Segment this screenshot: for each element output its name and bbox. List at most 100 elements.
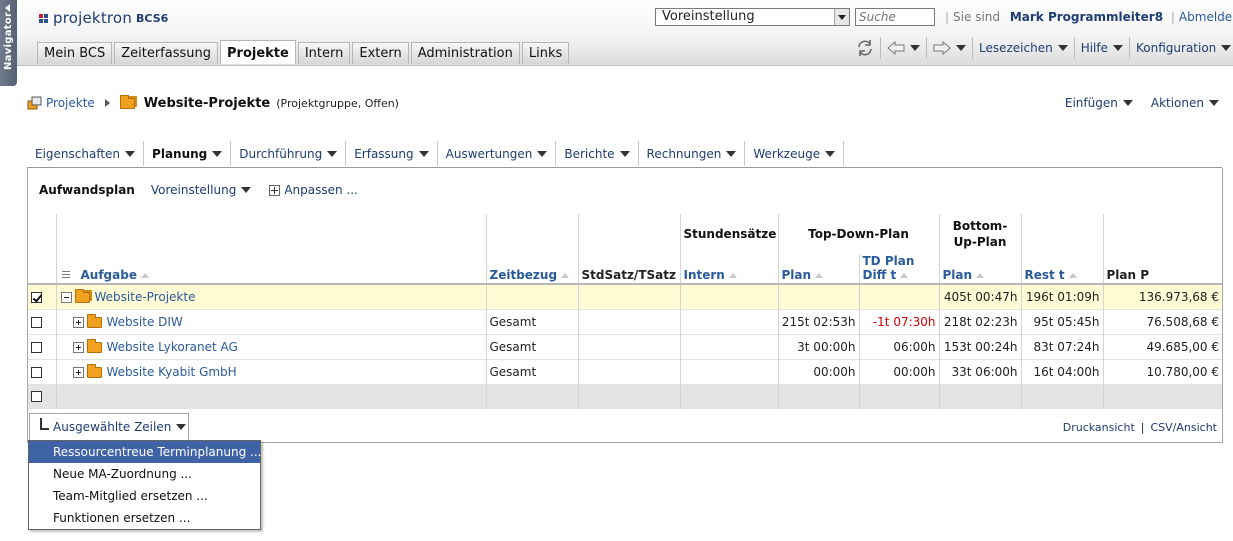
cell-plan-p: 10.780,00 €: [1146, 364, 1219, 379]
tab-links[interactable]: Links: [521, 42, 570, 64]
insert-menu[interactable]: Einfügen: [1065, 96, 1133, 110]
subtab-label: Werkzeuge: [753, 146, 821, 161]
chevron-down-icon: [619, 150, 630, 157]
user-name[interactable]: Mark Programmleiter8: [1010, 10, 1163, 24]
cell-intern: [680, 309, 779, 334]
group-header-stundensaetze: Stundensätze: [680, 214, 779, 254]
project-folder-icon: [86, 313, 102, 328]
row-checkbox[interactable]: [31, 341, 42, 353]
task-link[interactable]: Website Lykoranet AG: [107, 340, 238, 354]
tree-view-icon[interactable]: [60, 270, 73, 281]
profile-select[interactable]: Voreinstellung: [655, 8, 850, 26]
selected-rows-button[interactable]: Ausgewählte Zeilen: [29, 413, 189, 440]
subtab-planung[interactable]: Planung: [144, 141, 232, 166]
forward-history-chevron-icon[interactable]: [956, 45, 966, 51]
sort-icon: [561, 273, 570, 278]
menu-item-replace-functions[interactable]: Funktionen ersetzen ...: [29, 507, 260, 529]
col-plan-bu[interactable]: Plan: [939, 254, 1022, 284]
col-td-diff[interactable]: TD Plan Diff t: [859, 254, 940, 284]
col-plan-td[interactable]: Plan: [778, 254, 860, 284]
table-row[interactable]: Website-Projekte 405t 00:47h 196t 01:09h…: [28, 284, 1222, 309]
tab-mein-bcs[interactable]: Mein BCS: [37, 42, 113, 64]
refresh-icon: [858, 40, 872, 56]
navigator-label: Navigator: [3, 11, 14, 70]
subtab-berichte[interactable]: Berichte: [556, 141, 639, 166]
bookmarks-menu[interactable]: Lesezeichen: [973, 36, 1074, 60]
collapse-icon[interactable]: [60, 291, 72, 303]
col-zeitbezug-label: Zeitbezug: [489, 268, 558, 282]
expand-icon[interactable]: [72, 341, 84, 353]
navigator-toggle[interactable]: Navigator: [0, 0, 17, 86]
main-tabs: Mein BCS Zeiterfassung Projekte Intern E…: [37, 40, 571, 64]
task-link[interactable]: Website Kyabit GmbH: [107, 365, 237, 379]
select-all-checkbox[interactable]: [31, 391, 42, 402]
subtab-eigenschaften[interactable]: Eigenschaften: [27, 141, 145, 166]
print-view-link[interactable]: Druckansicht: [1063, 421, 1135, 434]
subtab-label: Planung: [152, 146, 208, 161]
tab-extern[interactable]: Extern: [352, 42, 409, 64]
col-stdsatz[interactable]: StdSatz/TSatz: [578, 254, 681, 284]
back-arrow-icon: [887, 40, 905, 56]
menu-item-resource-scheduling[interactable]: Ressourcentreue Terminplanung ...: [29, 441, 261, 463]
row-checkbox[interactable]: [31, 366, 42, 378]
expand-icon[interactable]: [72, 316, 84, 328]
refresh-button[interactable]: [850, 36, 880, 60]
col-aufgabe[interactable]: Aufgabe: [56, 254, 487, 284]
cell-plan-td: 00:00h: [778, 359, 860, 384]
selected-rows-label: Ausgewählte Zeilen: [53, 420, 172, 434]
effort-plan-table: Stundensätze Top-Down-Plan Bottom-Up-Pla…: [28, 214, 1222, 409]
subtab-werkzeuge[interactable]: Werkzeuge: [745, 141, 845, 166]
col-zeitbezug[interactable]: Zeitbezug: [486, 254, 579, 284]
cell-plan-bu: 405t 00:47h: [939, 284, 1022, 309]
logout-link[interactable]: Abmelden: [1179, 10, 1233, 24]
cell-plan-bu: 153t 00:24h: [939, 334, 1022, 359]
subtab-rechnungen[interactable]: Rechnungen: [638, 141, 746, 166]
tab-zeiterfassung[interactable]: Zeiterfassung: [114, 42, 218, 64]
actions-menu[interactable]: Aktionen: [1151, 96, 1219, 110]
back-history-chevron-icon[interactable]: [910, 45, 920, 51]
cell-td-diff: 06:00h: [859, 334, 940, 359]
forward-button[interactable]: [927, 36, 972, 60]
menu-item-new-assignment[interactable]: Neue MA-Zuordnung ...: [29, 463, 260, 485]
row-checkbox[interactable]: [31, 291, 42, 303]
view-select[interactable]: Voreinstellung: [151, 183, 252, 197]
col-rest[interactable]: Rest t: [1021, 254, 1104, 284]
search-input[interactable]: [855, 8, 935, 26]
breadcrumb-separator-icon: [104, 99, 110, 107]
table-row[interactable]: Website Lykoranet AG Gesamt 3t 00:00h 06…: [28, 334, 1222, 359]
customize-button[interactable]: Anpassen ...: [269, 183, 358, 197]
tab-intern[interactable]: Intern: [297, 42, 351, 64]
menu-item-replace-team-member[interactable]: Team-Mitglied ersetzen ...: [29, 485, 260, 507]
app-logo[interactable]: projektron BCS6: [39, 9, 168, 27]
task-link[interactable]: Website DIW: [107, 315, 183, 329]
expand-icon[interactable]: [72, 366, 84, 378]
tab-administration[interactable]: Administration: [410, 42, 520, 64]
chevron-down-icon: [241, 187, 252, 193]
config-menu[interactable]: Konfiguration: [1130, 36, 1233, 60]
cell-rest: 83t 07:24h: [1021, 334, 1104, 359]
selected-rows-menu: Ressourcentreue Terminplanung ... Neue M…: [28, 440, 261, 530]
table-row[interactable]: Website DIW Gesamt 215t 02:53h -1t 07:30…: [28, 309, 1222, 334]
subtab-auswertungen[interactable]: Auswertungen: [437, 141, 557, 166]
col-intern[interactable]: Intern: [680, 254, 779, 284]
task-link[interactable]: Website-Projekte: [95, 290, 196, 304]
csv-view-link[interactable]: CSV/Ansicht: [1150, 421, 1217, 434]
select-dropdown-icon[interactable]: [834, 9, 849, 25]
back-button[interactable]: [881, 36, 926, 60]
chevron-down-icon: [537, 150, 548, 157]
subtab-durchfuehrung[interactable]: Durchführung: [231, 141, 347, 166]
col-plan-p[interactable]: Plan P: [1103, 254, 1222, 284]
row-checkbox[interactable]: [31, 316, 42, 328]
user-area: |Sie sind Mark Programmleiter8 |Abmelden: [941, 10, 1233, 24]
panel-toolbar: Aufwandsplan Voreinstellung Anpassen ...: [39, 183, 376, 197]
cell-zeitbezug: Gesamt: [486, 334, 579, 359]
cell-rest: 16t 04:00h: [1021, 359, 1104, 384]
help-menu[interactable]: Hilfe: [1075, 36, 1129, 60]
table-row[interactable]: Website Kyabit GmbH Gesamt 00:00h 00:00h…: [28, 359, 1222, 384]
subtab-erfassung[interactable]: Erfassung: [346, 141, 438, 166]
panel-title: Aufwandsplan: [39, 183, 135, 197]
tab-projekte[interactable]: Projekte: [220, 40, 296, 64]
sort-icon: [1068, 273, 1077, 278]
breadcrumb-projekte[interactable]: Projekte: [46, 96, 95, 110]
cell-plan-bu: 33t 06:00h: [939, 359, 1022, 384]
